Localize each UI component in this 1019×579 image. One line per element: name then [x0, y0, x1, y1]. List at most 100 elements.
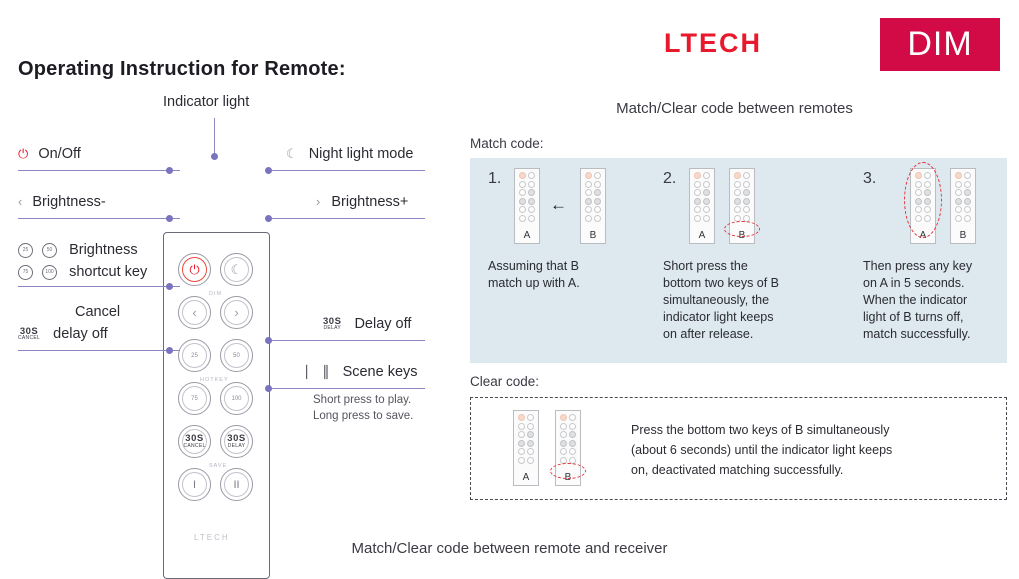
scene-note-line1: Short press to play. [313, 394, 412, 406]
leader-line-cancel-delay [18, 350, 180, 352]
clear-remote-a: A [513, 410, 539, 486]
leader-line-night-light [268, 170, 425, 172]
remote-section-dim: DIM [209, 291, 223, 297]
step-3-remote-b-label: B [959, 230, 967, 241]
match-code-label: Match code: [470, 136, 544, 151]
callout-brightness-shortcut-line1: 25 50 Brightness [18, 242, 138, 258]
callout-cancel-delay-line1: Cancel [75, 304, 121, 320]
leader-dot-brightness-up [265, 215, 272, 222]
match-code-panel: 1. A ← B Assuming that B match up with A… [470, 158, 1007, 363]
remote-key-scene-2[interactable]: II [220, 468, 253, 501]
callout-brightness-up: › Brightness+ [316, 194, 409, 210]
callout-on-off: ⏻ On/Off [18, 146, 81, 162]
remote-key-delay-off[interactable]: 30S DELAY [220, 425, 253, 458]
callout-night-light: ☾ Night light mode [286, 146, 414, 162]
step-3-text: Then press any key on A in 5 seconds. Wh… [863, 259, 973, 341]
remote-key-cancel-delay[interactable]: 30S CANCEL [178, 425, 211, 458]
step-2-remote-b: B [729, 168, 755, 244]
leader-line-brightness-shortcut [18, 286, 180, 288]
bottom-caption: Match/Clear code between remote and rece… [351, 540, 668, 557]
chevron-left-icon: ‹ [192, 305, 197, 320]
scene-note-line2: Long press to save. [313, 410, 414, 422]
dim-badge: DIM [880, 18, 1000, 71]
step-3-remote-a-label: A [919, 230, 927, 241]
hotkey-75-icon: 75 [18, 264, 33, 280]
leader-dot-scene-keys [265, 385, 272, 392]
remote-section-hotkey: HOTKEY [200, 377, 229, 383]
leader-dot-indicator [211, 153, 218, 160]
step-3-remote-a: A [910, 168, 936, 244]
chevron-right-icon: › [234, 305, 239, 320]
night-light-icon: ☾ [286, 146, 298, 161]
power-icon: ⏻ [189, 261, 200, 277]
clear-code-label: Clear code: [470, 374, 540, 389]
remote-cancel-sub: CANCEL [183, 442, 206, 449]
step-1-remote-a: A [514, 168, 540, 244]
leader-line-on-off [18, 170, 180, 172]
hotkey-50-icon: 50 [42, 242, 58, 258]
step-3-remote-b: B [950, 168, 976, 244]
remote-key-hotkey-25[interactable]: 25 [178, 339, 211, 372]
scene-2-icon: ∥ [322, 364, 330, 380]
callout-indicator-light: Indicator light [163, 94, 250, 110]
remote-diagram: Indicator light ⏻ ☾ DIM ‹ › 25 50 HOTKEY… [0, 90, 460, 579]
leader-line-delay-off [268, 340, 425, 342]
step-2-remote-b-label: B [738, 230, 746, 241]
hotkey-25-label: 25 [191, 352, 198, 359]
leader-dot-delay-off [265, 337, 272, 344]
leader-dot-on-off [166, 167, 173, 174]
step-1-remote-b: B [580, 168, 606, 244]
clear-remote-a-label: A [522, 472, 530, 483]
leader-dot-brightness-down [166, 215, 173, 222]
step-2-text: Short press the bottom two keys of B sim… [663, 259, 780, 341]
step-1-remote-a-label: A [523, 230, 531, 241]
callout-cancel-delay-line2: 30S CANCEL delay off [18, 325, 108, 342]
match-direction-arrow: ← [550, 195, 567, 214]
remote-key-scene-1[interactable]: I [178, 468, 211, 501]
step-2-remote-a-label: A [698, 230, 706, 241]
step-1-number: 1. [488, 170, 502, 187]
remote-key-hotkey-100[interactable]: 100 [220, 382, 253, 415]
leader-dot-brightness-shortcut [166, 283, 173, 290]
power-icon: ⏻ [18, 146, 29, 161]
remote-key-brightness-up[interactable]: › [220, 296, 253, 329]
remote-section-save: SAVE [209, 463, 228, 469]
chevron-left-icon: ‹ [18, 194, 23, 209]
remote-key-hotkey-75[interactable]: 75 [178, 382, 211, 415]
hotkey-100-icon: 100 [42, 264, 58, 280]
leader-line-scene-keys [268, 388, 425, 390]
hotkey-25-icon: 25 [18, 242, 33, 258]
hotkey-75-label: 75 [191, 395, 198, 402]
step-3-number: 3. [863, 170, 877, 187]
leader-dot-night-light [265, 167, 272, 174]
remote-key-night-light[interactable]: ☾ [220, 253, 253, 286]
leader-line-brightness-down [18, 218, 180, 220]
scene-2-label: II [233, 478, 240, 491]
remote-key-brightness-down[interactable]: ‹ [178, 296, 211, 329]
remote-delay-sub: DELAY [227, 442, 246, 449]
leader-dot-cancel-delay [166, 347, 173, 354]
remote-key-hotkey-50[interactable]: 50 [220, 339, 253, 372]
scene-1-label: I [192, 478, 197, 491]
night-light-icon: ☾ [230, 261, 243, 277]
scene-1-icon: ∣ [303, 364, 311, 380]
hotkey-100-label: 100 [231, 395, 242, 402]
ltech-logo: LTECH [664, 28, 762, 58]
match-clear-heading: Match/Clear code between remotes [616, 100, 853, 117]
callout-scene-keys: ∣ ∥ Scene keys [303, 364, 418, 380]
remote-key-power[interactable]: ⏻ [178, 253, 211, 286]
step-1-remote-b-label: B [589, 230, 597, 241]
step-2-number: 2. [663, 170, 677, 187]
clear-code-text: Press the bottom two keys of B simultane… [631, 423, 893, 477]
chevron-right-icon: › [316, 194, 321, 209]
clear-remote-b-label: B [564, 472, 572, 483]
leader-line-brightness-up [268, 218, 425, 220]
clear-remote-b: B [555, 410, 581, 486]
remote-body: ⏻ ☾ DIM ‹ › 25 50 HOTKEY 75 100 30S CANCE… [163, 232, 270, 579]
callout-brightness-shortcut-line2: 75 100 shortcut key [18, 264, 147, 280]
step-2-remote-a: A [689, 168, 715, 244]
hotkey-50-label: 50 [233, 352, 240, 359]
callout-brightness-down: ‹ Brightness- [18, 194, 106, 210]
callout-delay-off: 30S DELAY Delay off [323, 315, 412, 332]
step-1-text: Assuming that B match up with A. [488, 259, 580, 290]
